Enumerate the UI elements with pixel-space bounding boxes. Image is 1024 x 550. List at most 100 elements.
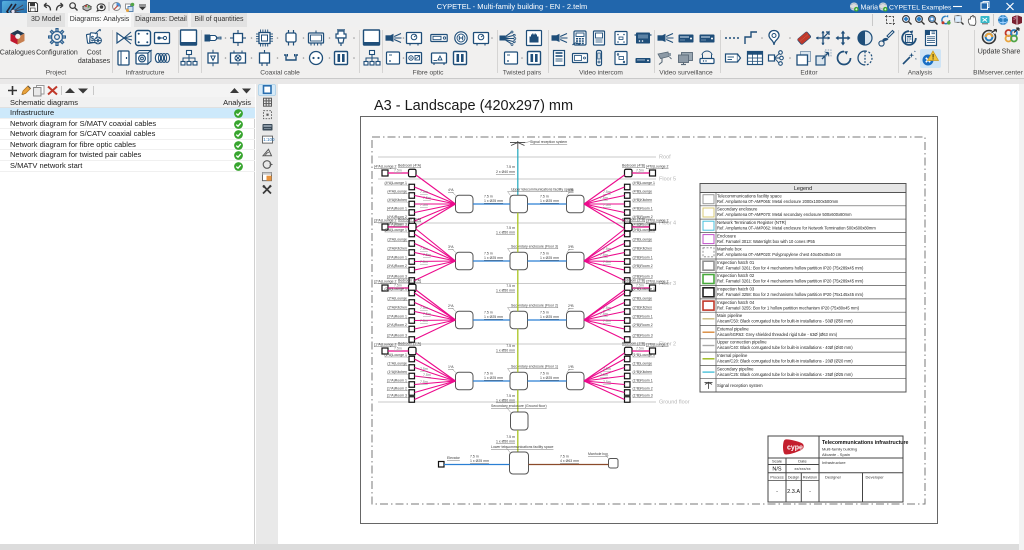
svg-text:7.5m: 7.5m <box>394 169 402 173</box>
svg-text:Aiscan/6GR63: Grey shielded th: Aiscan/6GR63: Grey shielded threaded rig… <box>717 332 838 337</box>
svg-text:2 x Ø40 mm: 2 x Ø40 mm <box>496 170 515 174</box>
svg-text:(4ºA)Lounge: (4ºA)Lounge <box>387 189 407 193</box>
svg-text:Design: Design <box>788 476 799 480</box>
svg-text:7.5m: 7.5m <box>423 312 431 316</box>
svg-text:(1ºA)Room 1: (1ºA)Room 1 <box>387 378 407 382</box>
svg-text:Ref. Amplantena 0T-AMP065: Met: Ref. Amplantena 0T-AMP065: Metal enclosu… <box>717 199 839 204</box>
svg-text:Designer: Designer <box>825 475 842 480</box>
svg-text:7.5 m: 7.5 m <box>540 252 549 256</box>
svg-text:4ºB: 4ºB <box>568 188 574 192</box>
svg-text:Bedroom (1ºB): Bedroom (1ºB) <box>622 342 645 346</box>
svg-text:Cost: Cost <box>87 50 101 57</box>
svg-text:3ºA: 3ºA <box>448 245 454 249</box>
svg-text:1ºB: 1ºB <box>568 365 574 369</box>
svg-text:7.5m: 7.5m <box>423 196 431 200</box>
svg-text:Bedroom (3ºA): Bedroom (3ºA) <box>398 218 421 222</box>
svg-text:7.5m: 7.5m <box>600 196 608 200</box>
svg-text:Secondary pipeline: Secondary pipeline <box>717 366 754 371</box>
svg-text:Inspection hatch 02: Inspection hatch 02 <box>717 273 755 278</box>
svg-text:databases: databases <box>78 58 111 65</box>
svg-text:Aiscan/C20: Black corrugated t: Aiscan/C20: Black corrugated tube for bu… <box>717 359 853 364</box>
svg-text:1 x Ø50 mm: 1 x Ø50 mm <box>496 230 515 234</box>
svg-text:Bedroom (3ºB): Bedroom (3ºB) <box>622 218 645 222</box>
svg-text:(2ºB)Kitchen: (2ºB)Kitchen <box>633 305 653 309</box>
svg-text:1 x Ø50 mm: 1 x Ø50 mm <box>496 440 515 444</box>
svg-text:7.5m: 7.5m <box>603 260 611 264</box>
svg-text:Ref. Amplantena 0T-AMP070: Met: Ref. Amplantena 0T-AMP070: Metal seconda… <box>717 212 852 217</box>
svg-text:1 x Ø25 mm: 1 x Ø25 mm <box>484 256 503 260</box>
svg-text:(2ºA)Lounge 2: (2ºA)Lounge 2 <box>374 280 397 284</box>
svg-text:1 x Ø25 mm: 1 x Ø25 mm <box>484 199 503 203</box>
svg-text:2.3.A: 2.3.A <box>787 489 800 495</box>
svg-text:(1ºA)Room 2: (1ºA)Room 2 <box>387 386 407 390</box>
svg-text:Internal pipeline: Internal pipeline <box>717 353 748 358</box>
svg-text:xx/xxx/xx: xx/xxx/xx <box>794 466 810 471</box>
svg-text:2ºB: 2ºB <box>568 304 574 308</box>
svg-text:(2ºA)Room 1: (2ºA)Room 1 <box>387 314 407 318</box>
svg-text:(1ºA)Lounge: (1ºA)Lounge <box>387 361 407 365</box>
svg-text:7.5 m: 7.5 m <box>484 372 493 376</box>
svg-text:Editor: Editor <box>800 70 818 77</box>
svg-text:7.5m: 7.5m <box>394 347 402 351</box>
svg-text:Secondary enclosure: Secondary enclosure <box>717 207 758 212</box>
svg-text:Multi-family building: Multi-family building <box>822 447 857 452</box>
svg-text:Ref. Famatel 3261: Box for 4 m: Ref. Famatel 3261: Box for 4 mechanisms … <box>717 265 864 270</box>
svg-text:Share: Share <box>1002 49 1021 56</box>
svg-text:2ºA: 2ºA <box>448 304 454 308</box>
svg-text:Ref. Famatel 3261: Box for 4 m: Ref. Famatel 3261: Box for 4 mechanisms … <box>717 279 864 284</box>
svg-text:7.5m: 7.5m <box>603 247 611 251</box>
svg-text:7.5m: 7.5m <box>420 190 428 194</box>
svg-text:Coaxial cable: Coaxial cable <box>260 70 300 77</box>
svg-text:Infrastructure: Infrastructure <box>822 460 846 465</box>
svg-text:Signal reception system: Signal reception system <box>717 383 763 388</box>
svg-text:(3ºA)Room 3: (3ºA)Room 3 <box>387 274 407 278</box>
svg-text:1ºA: 1ºA <box>448 365 454 369</box>
svg-text:cype: cype <box>787 445 803 452</box>
svg-text:7.5 m: 7.5 m <box>484 311 493 315</box>
svg-text:(4ºB)Lounge 1: (4ºB)Lounge 1 <box>633 181 656 185</box>
svg-text:7.5 m: 7.5 m <box>506 165 515 169</box>
svg-text:Aiscan/C40: Black corrugated t: Aiscan/C40: Black corrugated tube for bu… <box>717 345 853 350</box>
svg-text:7.5m: 7.5m <box>636 347 644 351</box>
svg-text:Ref. Famatel 3013: Watertight: Ref. Famatel 3013: Watertight box with 1… <box>717 239 816 244</box>
svg-text:(2ºA)Kitchen: (2ºA)Kitchen <box>387 305 407 309</box>
svg-text:(3ºB)Room 3: (3ºB)Room 3 <box>633 274 653 278</box>
svg-text:7.5 m: 7.5 m <box>540 372 549 376</box>
svg-text:1:100: 1:100 <box>263 137 275 142</box>
svg-text:(1ºB)Kitchen: (1ºB)Kitchen <box>633 370 653 374</box>
svg-text:1 x Ø50 mm: 1 x Ø50 mm <box>496 399 515 403</box>
svg-text:CYPETEL Examples: CYPETEL Examples <box>889 4 952 11</box>
svg-text:Secondary enclosure (Ground fl: Secondary enclosure (Ground floor) <box>491 404 547 408</box>
svg-text:(2ºB)Room 2: (2ºB)Room 2 <box>633 323 653 327</box>
svg-text:Catalogues: Catalogues <box>0 50 36 57</box>
svg-text:(2ºB)Lounge 1: (2ºB)Lounge 1 <box>633 287 656 291</box>
svg-text:(2ºB)Room 1: (2ºB)Room 1 <box>633 314 653 318</box>
svg-text:1 x Ø25 mm: 1 x Ø25 mm <box>484 315 503 319</box>
svg-text:(3ºB)Lounge 1: (3ºB)Lounge 1 <box>633 228 656 232</box>
svg-text:(4ºA)Lounge 2: (4ºA)Lounge 2 <box>374 165 397 169</box>
svg-text:(1ºB)Lounge: (1ºB)Lounge <box>633 361 653 365</box>
svg-text:Inspection hatch 04: Inspection hatch 04 <box>717 300 755 305</box>
svg-text:7.5m: 7.5m <box>603 319 611 323</box>
svg-text:Aiscan/C25: Black corrugated t: Aiscan/C25: Black corrugated tube for bu… <box>717 372 853 377</box>
svg-text:Update: Update <box>978 49 1001 56</box>
svg-text:7.5m: 7.5m <box>420 203 428 207</box>
svg-text:7.5m: 7.5m <box>420 319 428 323</box>
svg-text:Infrastructure: Infrastructure <box>126 70 165 77</box>
svg-text:(1ºA)Lounge 1: (1ºA)Lounge 1 <box>385 353 408 357</box>
svg-text:Ref. Amplantena 0T-AMP020: Pol: Ref. Amplantena 0T-AMP020: Polypropylene… <box>717 252 842 257</box>
svg-text:(3ºB)Room 1: (3ºB)Room 1 <box>633 255 653 259</box>
svg-text:7.5m: 7.5m <box>600 373 608 377</box>
svg-text:7.5m: 7.5m <box>394 223 402 227</box>
svg-text:Inspection hatch 03: Inspection hatch 03 <box>717 287 755 292</box>
svg-text:(1ºA)Room 3: (1ºA)Room 3 <box>387 393 407 397</box>
svg-text:Legend: Legend <box>794 186 812 192</box>
svg-text:Twisted pairs: Twisted pairs <box>503 70 542 77</box>
svg-text:Floor 5: Floor 5 <box>659 177 676 183</box>
svg-text:7.5 m: 7.5 m <box>506 344 515 348</box>
svg-text:Manhole box: Manhole box <box>717 247 742 252</box>
svg-text:7.5m: 7.5m <box>420 306 428 310</box>
svg-text:1 x Ø50 mm: 1 x Ø50 mm <box>496 348 515 352</box>
svg-text:(3ºA)Lounge: (3ºA)Lounge <box>387 237 407 241</box>
svg-text:Main pipeline: Main pipeline <box>717 313 743 318</box>
